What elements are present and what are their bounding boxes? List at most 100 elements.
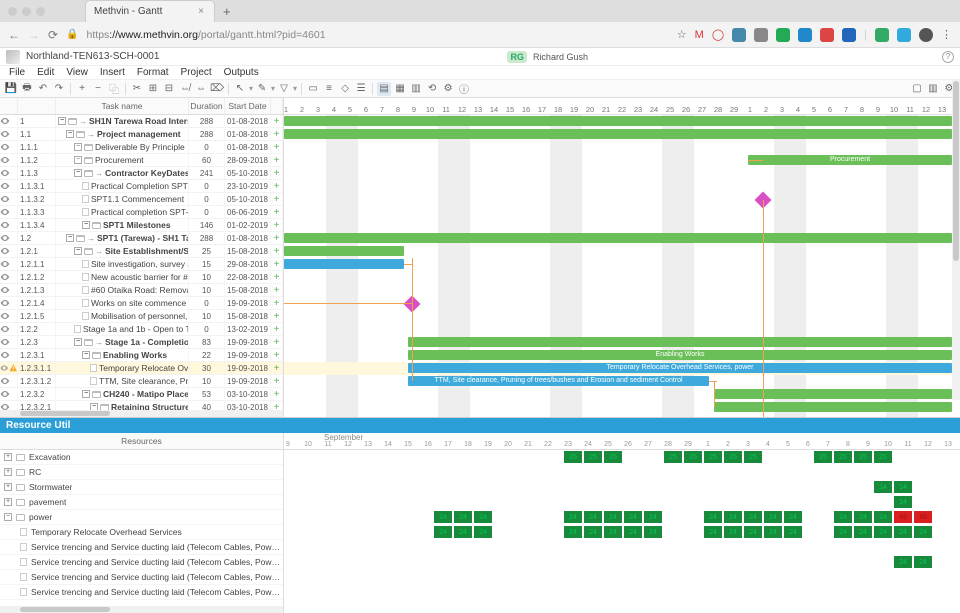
add-subtask[interactable]: + xyxy=(271,401,283,410)
util-cell[interactable]: 24 xyxy=(784,526,802,538)
gantt-row[interactable] xyxy=(284,206,960,219)
duration[interactable]: 10 xyxy=(189,271,225,283)
task-name[interactable]: −→Stage 1a - Completion Of Western Half … xyxy=(56,336,189,348)
duration[interactable]: 146 xyxy=(189,219,225,231)
menu-project[interactable]: Project xyxy=(176,67,217,78)
util-cell[interactable]: 24 xyxy=(874,511,892,523)
util-cell[interactable]: 24 xyxy=(764,511,782,523)
start-date[interactable]: 19-09-2018 xyxy=(225,375,271,387)
util-cell[interactable]: 24 xyxy=(564,526,582,538)
task-name[interactable]: Stage 1a and 1b - Open to Traffic xyxy=(56,323,189,335)
add-subtask[interactable]: + xyxy=(271,128,283,140)
duration[interactable]: 60 xyxy=(189,154,225,166)
start-date[interactable]: 03-10-2018 xyxy=(225,388,271,400)
util-cell[interactable]: 24 xyxy=(764,526,782,538)
util-cell[interactable]: 24 xyxy=(744,526,762,538)
util-cell[interactable]: 25 xyxy=(584,451,602,463)
task-name[interactable]: Mobilisation of personnel, plant and set… xyxy=(56,310,189,322)
visibility-toggle[interactable] xyxy=(0,128,18,140)
add-subtask[interactable]: + xyxy=(271,232,283,244)
add-subtask[interactable]: + xyxy=(271,180,283,192)
expand-icon[interactable]: + xyxy=(4,468,12,476)
task-row[interactable]: 1.1.2−Procurement6028-09-2018+ xyxy=(0,154,283,167)
delete-icon[interactable]: ⌦ xyxy=(210,82,224,96)
duration[interactable]: 0 xyxy=(189,180,225,192)
add-subtask[interactable]: + xyxy=(271,245,283,257)
collapse-icon[interactable]: − xyxy=(74,169,82,177)
add-subtask[interactable]: + xyxy=(271,193,283,205)
menu-view[interactable]: View xyxy=(61,67,93,78)
duration[interactable]: 22 xyxy=(189,349,225,361)
gantt-row[interactable] xyxy=(284,193,960,206)
task-name[interactable]: New acoustic barrier for #40 Otaika Rd a… xyxy=(56,271,189,283)
add-subtask[interactable]: + xyxy=(271,271,283,283)
menu-outputs[interactable]: Outputs xyxy=(219,67,264,78)
start-date[interactable]: 05-10-2018 xyxy=(225,167,271,179)
menu-icon[interactable]: ⋮ xyxy=(941,28,952,41)
util-cell[interactable]: 24 xyxy=(644,511,662,523)
gantt-bar[interactable]: Procurement xyxy=(748,155,952,165)
visibility-toggle[interactable] xyxy=(0,180,18,192)
collapse-icon[interactable]: − xyxy=(74,338,82,346)
task-row[interactable]: 1.1−→Project management28801-08-2018+ xyxy=(0,128,283,141)
start-date[interactable]: 29-08-2018 xyxy=(225,258,271,270)
task-name[interactable]: Practical completion SPT-T1 xyxy=(56,206,189,218)
duration[interactable]: 241 xyxy=(189,167,225,179)
task-row[interactable]: 1.1.3−→Contractor KeyDates24105-10-2018+ xyxy=(0,167,283,180)
ext-icon[interactable]: ◯ xyxy=(712,28,724,41)
task-row[interactable]: 1.1.3.2SPT1.1 Commencement005-10-2018+ xyxy=(0,193,283,206)
collapse-icon[interactable]: − xyxy=(74,156,82,164)
star-icon[interactable]: ☆ xyxy=(677,28,687,41)
user-badge[interactable]: RG xyxy=(507,51,527,63)
menu-format[interactable]: Format xyxy=(132,67,174,78)
resource-row[interactable]: Service trencing and Service ducting lai… xyxy=(0,540,283,555)
gantt-row[interactable] xyxy=(284,323,960,336)
task-row[interactable]: 1.2.1.2New acoustic barrier for #40 Otai… xyxy=(0,271,283,284)
expand-icon[interactable]: + xyxy=(4,483,12,491)
duration[interactable]: 0 xyxy=(189,323,225,335)
copy-icon[interactable]: ⿻ xyxy=(107,82,121,96)
util-cell[interactable]: 24 xyxy=(724,526,742,538)
unlink-icon[interactable]: ⇎ xyxy=(178,82,192,96)
new-tab-button[interactable]: + xyxy=(223,4,231,19)
visibility-toggle[interactable] xyxy=(0,349,18,361)
gantt-row[interactable] xyxy=(284,310,960,323)
util-cell[interactable]: 48 xyxy=(914,511,932,523)
undo-icon[interactable]: ↶ xyxy=(36,82,50,96)
bar-icon[interactable]: ▭ xyxy=(306,82,320,96)
add-subtask[interactable]: + xyxy=(271,154,283,166)
visibility-toggle[interactable] xyxy=(0,336,18,348)
start-date[interactable]: 19-09-2018 xyxy=(225,336,271,348)
expand-icon[interactable]: ⊞ xyxy=(146,82,160,96)
duration[interactable]: 288 xyxy=(189,128,225,140)
resource-util-header[interactable]: Resource Util xyxy=(0,418,960,433)
visibility-toggle[interactable] xyxy=(0,284,18,296)
duration[interactable]: 53 xyxy=(189,388,225,400)
task-name[interactable]: TTM, Site clearance, Pruning of trees/bu… xyxy=(56,375,189,387)
util-cell[interactable]: 24 xyxy=(604,526,622,538)
visibility-toggle[interactable] xyxy=(0,297,18,309)
task-name[interactable]: −CH240 - Matipo Place xyxy=(56,388,189,400)
menu-insert[interactable]: Insert xyxy=(95,67,130,78)
util-cell[interactable]: 24 xyxy=(454,511,472,523)
visibility-toggle[interactable] xyxy=(0,141,18,153)
util-cell[interactable]: 24 xyxy=(564,511,582,523)
col-duration[interactable]: Duration xyxy=(189,98,225,114)
url-display[interactable]: https://www.methvin.org/portal/gantt.htm… xyxy=(87,29,326,41)
visibility-toggle[interactable] xyxy=(0,375,18,387)
col-name[interactable]: Task name xyxy=(56,98,189,114)
gantt-row[interactable] xyxy=(284,388,960,401)
gantt-row[interactable]: Procurement xyxy=(284,154,960,167)
gantt-row[interactable]: Temporary Relocate Overhead Services, po… xyxy=(284,362,960,375)
util-cell[interactable]: 14 xyxy=(894,481,912,493)
visibility-toggle[interactable] xyxy=(0,271,18,283)
start-date[interactable]: 01-02-2019 xyxy=(225,219,271,231)
collapse-icon[interactable]: ⊟ xyxy=(162,82,176,96)
task-row[interactable]: 1.2.1.5Mobilisation of personnel, plant … xyxy=(0,310,283,323)
duration[interactable]: 25 xyxy=(189,245,225,257)
collapse-icon[interactable]: − xyxy=(66,130,74,138)
resource-row[interactable]: +Stormwater xyxy=(0,480,283,495)
util-cell[interactable]: 24 xyxy=(604,511,622,523)
forward-button[interactable]: → xyxy=(28,28,40,42)
util-cell[interactable]: 14 xyxy=(894,496,912,508)
